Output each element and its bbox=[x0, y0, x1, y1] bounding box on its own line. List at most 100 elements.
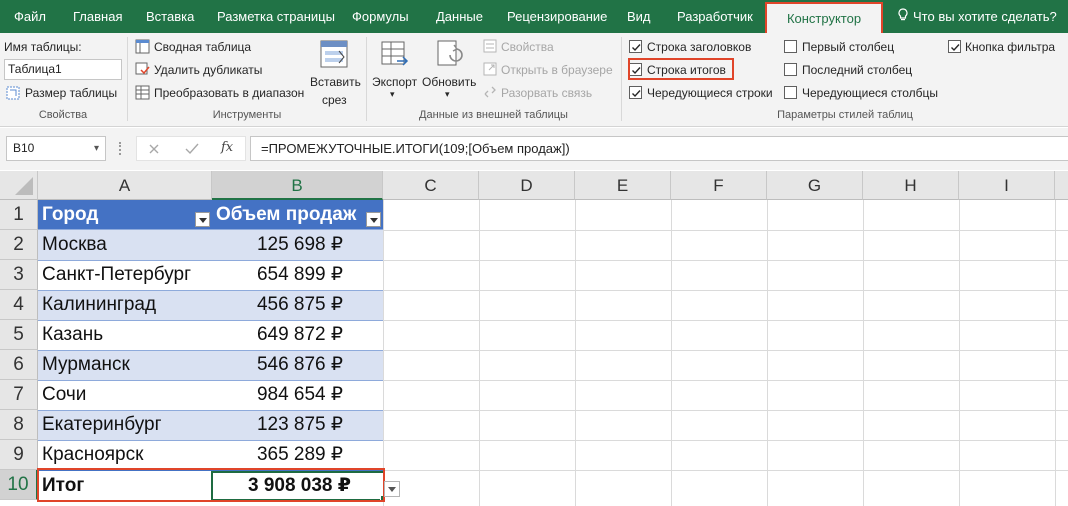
unlink-button[interactable]: Разорвать связь bbox=[483, 84, 618, 102]
row-header-3[interactable]: 3 bbox=[0, 260, 38, 290]
formula-bar: B10 ▾ fx =ПРОМЕЖУТОЧНЫЕ.ИТОГИ(109;[Объем… bbox=[0, 128, 1068, 170]
tab-home[interactable]: Главная bbox=[73, 0, 122, 33]
column-header-g[interactable]: G bbox=[767, 171, 863, 200]
insert-function-button[interactable]: fx bbox=[221, 140, 233, 155]
tab-design[interactable]: Конструктор bbox=[765, 2, 883, 33]
tab-review[interactable]: Рецензирование bbox=[507, 0, 607, 33]
row-header-10[interactable]: 10 bbox=[0, 470, 38, 500]
column-header-d[interactable]: D bbox=[479, 171, 575, 200]
last-column-checkbox[interactable]: Последний столбец bbox=[784, 61, 939, 79]
pivot-table-button[interactable]: Сводная таблица bbox=[135, 38, 315, 56]
cell-a9[interactable]: Красноярск bbox=[38, 440, 212, 470]
row-header-6[interactable]: 6 bbox=[0, 350, 38, 380]
gridline bbox=[959, 200, 960, 506]
tab-view[interactable]: Вид bbox=[627, 0, 651, 33]
resize-table-button[interactable]: Размер таблицы bbox=[6, 84, 126, 102]
cell-b8[interactable]: 123 875 ₽ bbox=[212, 410, 383, 440]
export-button[interactable]: Экспорт ▾ bbox=[370, 37, 418, 107]
external-properties-button[interactable]: Свойства bbox=[483, 38, 618, 56]
gridline bbox=[383, 350, 1068, 351]
row-header-8[interactable]: 8 bbox=[0, 410, 38, 440]
chevron-down-icon: ▾ bbox=[445, 89, 450, 99]
checkbox-checked-icon bbox=[948, 40, 961, 53]
cell-a2[interactable]: Москва bbox=[38, 230, 212, 260]
open-in-browser-button[interactable]: Открыть в браузере bbox=[483, 61, 618, 79]
table-row-border bbox=[38, 320, 383, 321]
cell-a8[interactable]: Екатеринбург bbox=[38, 410, 212, 440]
banded-columns-checkbox[interactable]: Чередующиеся столбцы bbox=[784, 84, 939, 102]
formula-input[interactable]: =ПРОМЕЖУТОЧНЫЕ.ИТОГИ(109;[Объем продаж]) bbox=[250, 136, 1068, 161]
column-header-a[interactable]: A bbox=[38, 171, 212, 200]
splitter-handle[interactable] bbox=[119, 142, 122, 155]
table-row-border bbox=[38, 260, 383, 261]
checkbox-unchecked-icon bbox=[784, 40, 797, 53]
gridline bbox=[383, 200, 384, 506]
remove-duplicates-icon bbox=[135, 62, 150, 75]
row-header-5[interactable]: 5 bbox=[0, 320, 38, 350]
row-header-2[interactable]: 2 bbox=[0, 230, 38, 260]
row-header-7[interactable]: 7 bbox=[0, 380, 38, 410]
convert-to-range-button[interactable]: Преобразовать в диапазон bbox=[135, 84, 315, 102]
name-box[interactable]: B10 ▾ bbox=[6, 136, 106, 161]
total-dropdown-icon[interactable] bbox=[384, 481, 400, 497]
column-header-h[interactable]: H bbox=[863, 171, 959, 200]
resize-table-label: Размер таблицы bbox=[25, 86, 118, 100]
select-all-corner[interactable] bbox=[0, 171, 38, 200]
row-header-1[interactable]: 1 bbox=[0, 200, 38, 230]
checkbox-unchecked-icon bbox=[784, 63, 797, 76]
cell-b4[interactable]: 456 875 ₽ bbox=[212, 290, 383, 320]
cell-b2[interactable]: 125 698 ₽ bbox=[212, 230, 383, 260]
open-in-browser-label: Открыть в браузере bbox=[501, 63, 613, 77]
cell-b5[interactable]: 649 872 ₽ bbox=[212, 320, 383, 350]
first-column-checkbox[interactable]: Первый столбец bbox=[784, 38, 939, 56]
enter-icon[interactable] bbox=[185, 143, 199, 155]
table-header-city[interactable]: Город bbox=[38, 200, 212, 230]
cell-b7[interactable]: 984 654 ₽ bbox=[212, 380, 383, 410]
filter-button-checkbox[interactable]: Кнопка фильтра bbox=[948, 38, 1063, 56]
cell-a4[interactable]: Калининград bbox=[38, 290, 212, 320]
name-box-value: B10 bbox=[13, 141, 35, 155]
tab-insert[interactable]: Вставка bbox=[146, 0, 194, 33]
column-header-i[interactable]: I bbox=[959, 171, 1055, 200]
menu-bar: Файл Главная Вставка Разметка страницы Ф… bbox=[0, 0, 1068, 33]
cancel-icon[interactable] bbox=[148, 143, 160, 155]
column-header-c[interactable]: C bbox=[383, 171, 479, 200]
column-header-j[interactable] bbox=[1055, 171, 1068, 200]
checkbox-checked-icon bbox=[629, 40, 642, 53]
table-header-sales[interactable]: Объем продаж bbox=[212, 200, 383, 230]
table-name-label: Имя таблицы: bbox=[4, 40, 82, 54]
gridline bbox=[383, 440, 1068, 441]
tab-developer[interactable]: Разработчик bbox=[677, 0, 753, 33]
tell-me-box[interactable]: Что вы хотите сделать? bbox=[898, 0, 1057, 33]
column-header-f[interactable]: F bbox=[671, 171, 767, 200]
tab-page-layout[interactable]: Разметка страницы bbox=[217, 0, 335, 33]
cell-a5[interactable]: Казань bbox=[38, 320, 212, 350]
checkbox-checked-icon bbox=[629, 86, 642, 99]
refresh-label: Обновить bbox=[422, 75, 477, 89]
refresh-button[interactable]: Обновить ▾ bbox=[421, 37, 477, 107]
filter-dropdown-icon[interactable] bbox=[195, 212, 210, 227]
cell-b9[interactable]: 365 289 ₽ bbox=[212, 440, 383, 470]
header-row-checkbox[interactable]: Строка заголовков bbox=[629, 38, 779, 56]
worksheet-grid[interactable]: A B C D E F G H I 1 2 3 4 5 6 7 8 9 10 Г… bbox=[0, 171, 1068, 506]
remove-duplicates-button[interactable]: Удалить дубликаты bbox=[135, 61, 315, 79]
insert-slicer-label-2: срез bbox=[322, 93, 347, 107]
column-header-e[interactable]: E bbox=[575, 171, 671, 200]
cell-b6[interactable]: 546 876 ₽ bbox=[212, 350, 383, 380]
tab-data[interactable]: Данные bbox=[436, 0, 483, 33]
row-header-9[interactable]: 9 bbox=[0, 440, 38, 470]
insert-slicer-button[interactable]: Вставить срез bbox=[307, 37, 363, 107]
gridline bbox=[575, 200, 576, 506]
cell-b3[interactable]: 654 899 ₽ bbox=[212, 260, 383, 290]
banded-rows-checkbox[interactable]: Чередующиеся строки bbox=[629, 84, 779, 102]
gridline bbox=[479, 200, 480, 506]
row-header-4[interactable]: 4 bbox=[0, 290, 38, 320]
column-header-b[interactable]: B bbox=[212, 171, 383, 200]
cell-a7[interactable]: Сочи bbox=[38, 380, 212, 410]
cell-a3[interactable]: Санкт-Петербург bbox=[38, 260, 212, 290]
table-name-input[interactable]: Таблица1 bbox=[4, 59, 122, 80]
filter-dropdown-icon[interactable] bbox=[366, 212, 381, 227]
tab-file[interactable]: Файл bbox=[14, 0, 46, 33]
cell-a6[interactable]: Мурманск bbox=[38, 350, 212, 380]
tab-formulas[interactable]: Формулы bbox=[352, 0, 409, 33]
